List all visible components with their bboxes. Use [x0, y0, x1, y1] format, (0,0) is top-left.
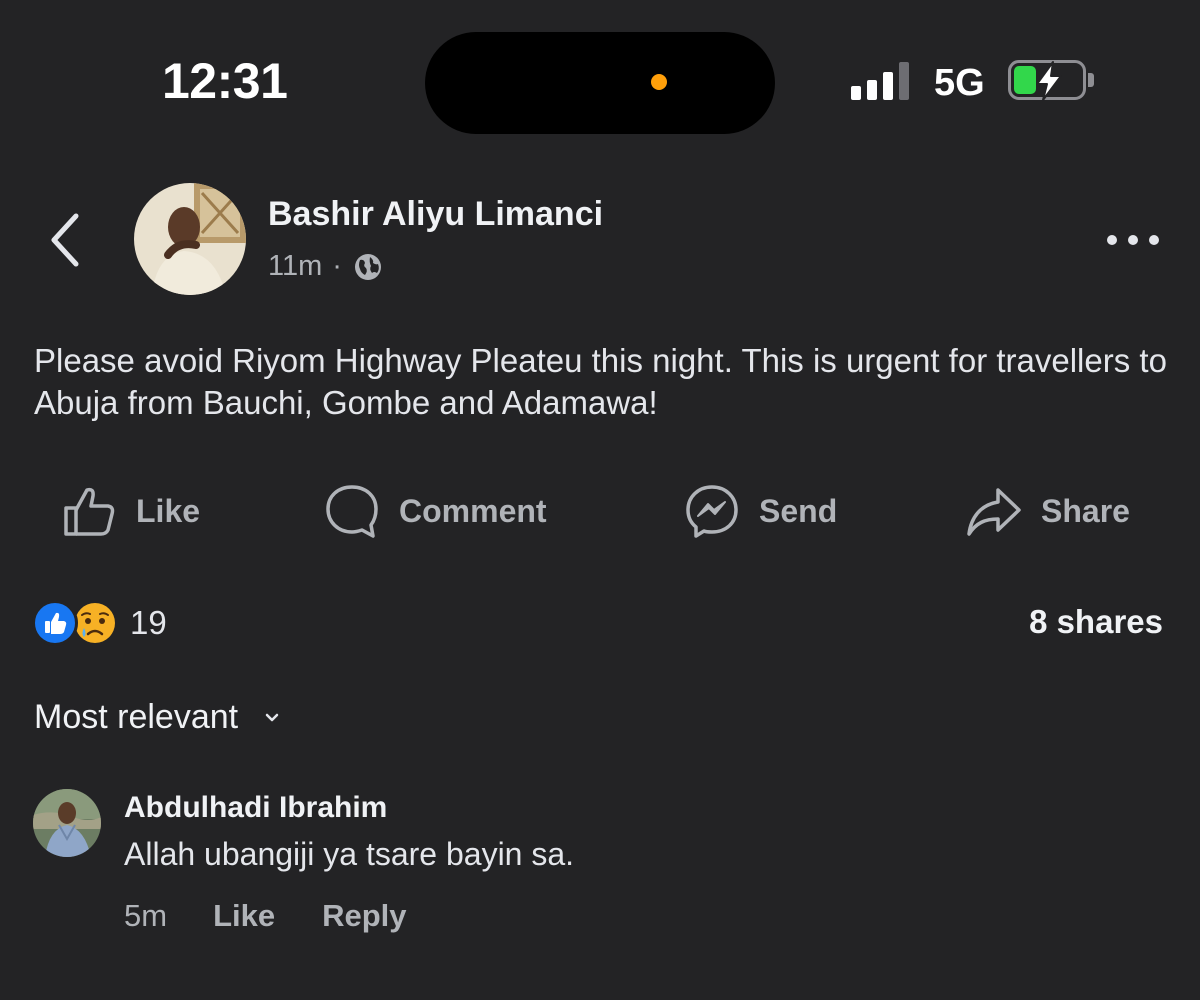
sort-label: Most relevant: [34, 698, 239, 736]
globe-icon: [354, 253, 381, 280]
reactions-count: 19: [130, 604, 167, 641]
send-button[interactable]: Send: [683, 480, 837, 542]
comment-reply-button[interactable]: Reply: [322, 898, 406, 934]
author-avatar[interactable]: [134, 183, 246, 295]
dynamic-island: [425, 32, 775, 134]
share-button[interactable]: Share: [965, 480, 1130, 542]
back-chevron-icon[interactable]: [44, 210, 88, 270]
like-reaction-icon: [32, 600, 78, 646]
sad-reaction-icon: [75, 603, 115, 643]
status-clock: 12:31: [162, 53, 288, 109]
meta-separator: ·: [332, 250, 342, 282]
charging-bolt-icon: [1036, 61, 1062, 101]
shares-count[interactable]: 8 shares: [1029, 603, 1163, 641]
network-type: 5G: [934, 62, 985, 104]
share-label: Share: [1041, 492, 1130, 529]
post-body-text: Please avoid Riyom Highway Pleateu this …: [34, 342, 1167, 421]
comment-label: Comment: [399, 492, 547, 529]
cellular-signal-icon: [851, 62, 915, 100]
commenter-name[interactable]: Abdulhadi Ibrahim: [124, 791, 387, 825]
comments-sort-dropdown[interactable]: Most relevant: [34, 698, 280, 737]
commenter-avatar[interactable]: [33, 789, 101, 857]
share-arrow-icon: [967, 488, 1021, 536]
post-author-name[interactable]: Bashir Aliyu Limanci: [268, 195, 603, 234]
comment-actions: 5m Like Reply: [124, 898, 407, 934]
author-photo: [134, 183, 246, 295]
thumbs-up-icon: [64, 487, 115, 536]
more-options-icon[interactable]: [1103, 226, 1163, 254]
post-timestamp[interactable]: 11m: [268, 250, 322, 283]
privacy-indicator-dot: [651, 74, 667, 90]
comment-text: Allah ubangiji ya tsare bayin sa.: [124, 836, 575, 872]
comment-bubble-icon: [326, 485, 378, 538]
battery-cap: [1088, 73, 1094, 87]
comment-like-button[interactable]: Like: [213, 898, 275, 934]
like-button[interactable]: Like: [60, 480, 200, 542]
like-label: Like: [136, 492, 201, 529]
comment-timestamp: 5m: [124, 898, 168, 933]
messenger-icon: [686, 485, 738, 538]
chevron-down-icon: [265, 713, 279, 721]
commenter-photo: [33, 789, 101, 857]
reactions-summary[interactable]: 19: [32, 598, 167, 648]
send-label: Send: [759, 492, 838, 529]
post-meta: 11m ·: [268, 250, 384, 283]
comment-button[interactable]: Comment: [323, 480, 547, 542]
